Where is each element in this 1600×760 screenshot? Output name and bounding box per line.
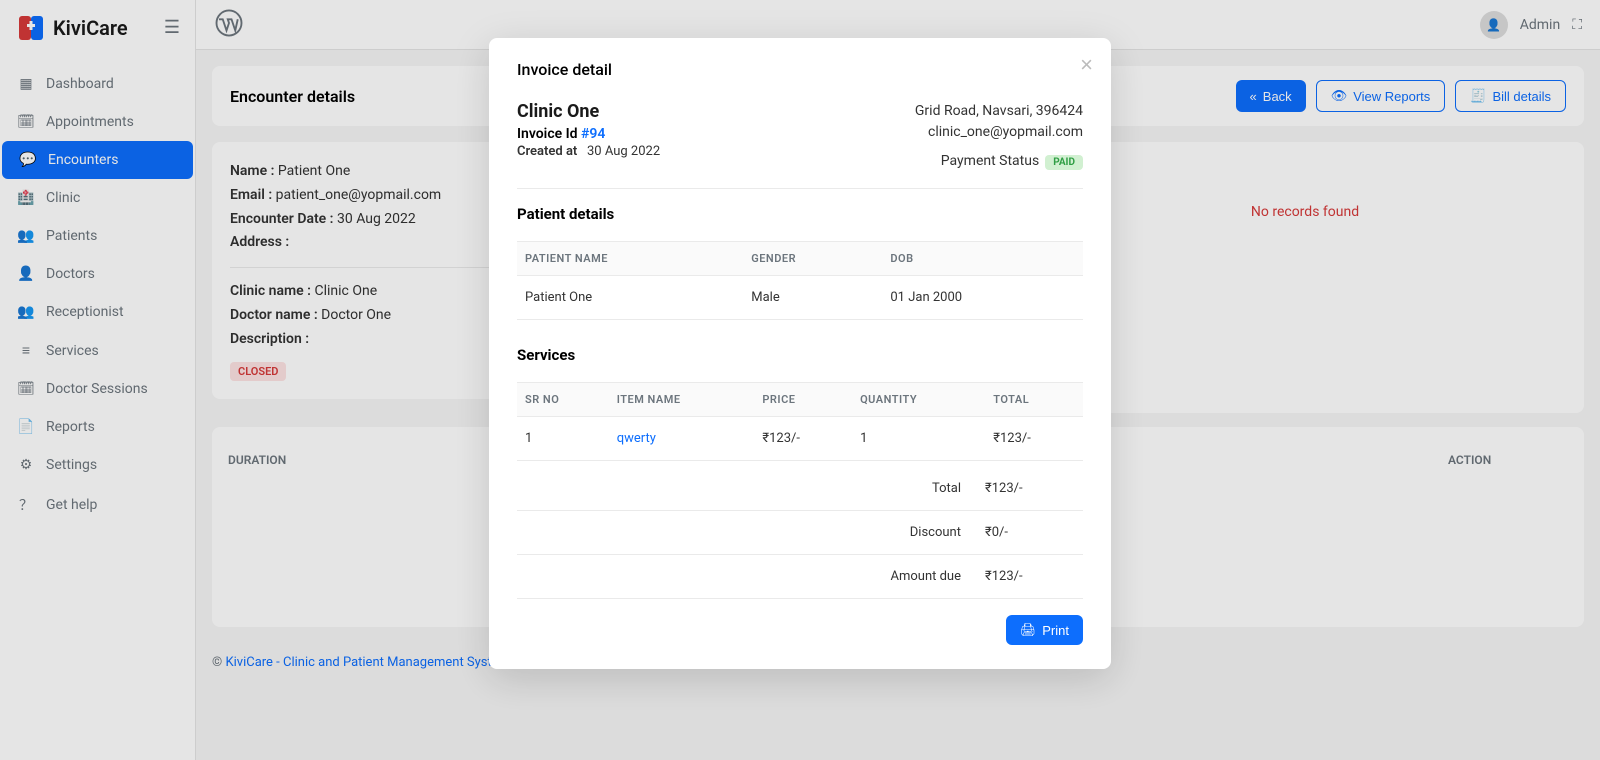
total-row: Total₹123/- (517, 467, 1083, 511)
table-row: 1 qwerty ₹123/- 1 ₹123/- (517, 417, 1083, 461)
cell-gender: Male (743, 276, 882, 320)
address-text: Grid Road, Navsari, 396424 (915, 101, 1083, 122)
email-text: clinic_one@yopmail.com (915, 122, 1083, 143)
clinic-address: Grid Road, Navsari, 396424 clinic_one@yo… (915, 101, 1083, 172)
cell-qty: 1 (852, 417, 985, 461)
services-table: SR NO ITEM NAME PRICE QUANTITY TOTAL 1 q… (517, 382, 1083, 461)
payment-status: Payment StatusPAID (915, 151, 1083, 172)
close-button[interactable]: × (1080, 52, 1093, 78)
cell-name: Patient One (517, 276, 743, 320)
col-total: TOTAL (985, 383, 1083, 417)
invoice-header: Clinic One Invoice Id #94 Created at 30 … (517, 101, 1083, 172)
paid-badge: PAID (1045, 155, 1083, 170)
due-row: Amount due₹123/- (517, 555, 1083, 599)
col-qty: QUANTITY (852, 383, 985, 417)
print-button[interactable]: 🖨 Print (1006, 615, 1083, 645)
col-item: ITEM NAME (609, 383, 755, 417)
invoice-id-line: Invoice Id #94 (517, 126, 660, 142)
cell-price: ₹123/- (754, 417, 852, 461)
col-price: PRICE (754, 383, 852, 417)
totals-block: Total₹123/- Discount₹0/- Amount due₹123/… (517, 467, 1083, 599)
modal-title: Invoice detail (517, 60, 1083, 79)
col-patient-name: PATIENT NAME (517, 242, 743, 276)
table-row: Patient One Male 01 Jan 2000 (517, 276, 1083, 320)
cell-sr: 1 (517, 417, 609, 461)
clinic-name: Clinic One (517, 101, 660, 122)
discount-row: Discount₹0/- (517, 511, 1083, 555)
cell-total: ₹123/- (985, 417, 1083, 461)
print-icon: 🖨 (1020, 622, 1037, 638)
invoice-id[interactable]: #94 (581, 126, 605, 142)
col-dob: DOB (882, 242, 1083, 276)
created-line: Created at 30 Aug 2022 (517, 144, 660, 159)
invoice-modal: × Invoice detail Clinic One Invoice Id #… (489, 38, 1111, 669)
patient-table: PATIENT NAME GENDER DOB Patient One Male… (517, 241, 1083, 320)
button-label: Print (1042, 623, 1069, 638)
patient-details-heading: Patient details (517, 205, 1083, 223)
services-heading: Services (517, 346, 1083, 364)
cell-dob: 01 Jan 2000 (882, 276, 1083, 320)
col-gender: GENDER (743, 242, 882, 276)
modal-footer: 🖨 Print (517, 615, 1083, 645)
cell-item[interactable]: qwerty (609, 417, 755, 461)
col-sr: SR NO (517, 383, 609, 417)
modal-overlay[interactable]: × Invoice detail Clinic One Invoice Id #… (0, 0, 1600, 760)
